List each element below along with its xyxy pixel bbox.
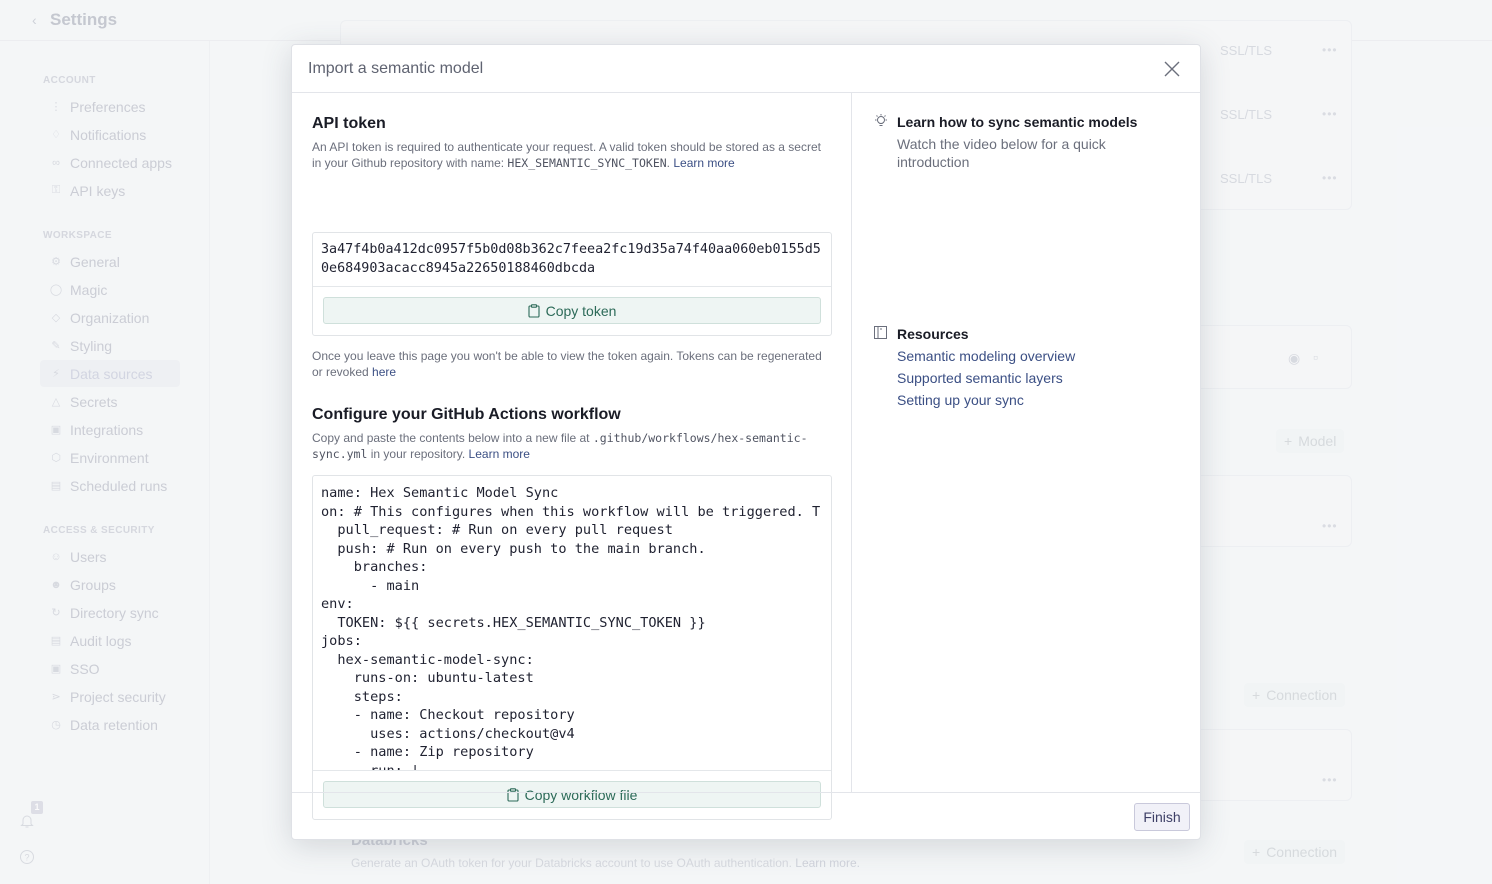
dialog-left-column: API token An API token is required to au…	[292, 93, 852, 820]
finish-button[interactable]: Finish	[1134, 803, 1190, 831]
dialog-title: Import a semantic model	[308, 60, 484, 77]
workflow-code: name: Hex Semantic Model Sync on: # This…	[321, 485, 821, 771]
import-semantic-model-dialog: Import a semantic model API token An API…	[291, 44, 1201, 840]
dialog-footer: Finish	[292, 792, 1200, 840]
book-icon	[874, 326, 887, 339]
dialog-header: Import a semantic model	[292, 45, 1200, 93]
lightbulb-icon	[875, 114, 887, 126]
token-note: Once you leave this page you won't be ab…	[312, 349, 822, 379]
resource-link-supported-layers[interactable]: Supported semantic layers	[897, 370, 1063, 386]
api-token-heading: API token	[312, 115, 386, 132]
secret-name: HEX_SEMANTIC_SYNC_TOKEN	[507, 156, 667, 170]
resources-title: Resources	[897, 326, 969, 342]
learn-title: Learn how to sync semantic models	[897, 114, 1138, 130]
resource-link-setup-sync[interactable]: Setting up your sync	[897, 392, 1024, 408]
workflow-description: Copy and paste the contents below into a…	[312, 431, 808, 461]
clipboard-icon	[528, 303, 540, 318]
workflow-code-view[interactable]: name: Hex Semantic Model Sync on: # This…	[313, 476, 831, 771]
api-token-description: An API token is required to authenticate…	[312, 140, 821, 170]
learn-description: Watch the video below for a quick introd…	[897, 136, 1106, 170]
workflow-heading: Configure your GitHub Actions workflow	[312, 406, 621, 423]
token-value[interactable]: 3a47f4b0a412dc0957f5b0d08b362c7feea2fc19…	[321, 241, 826, 278]
workflow-learn-more-link[interactable]: Learn more	[469, 447, 530, 461]
divider	[313, 286, 831, 287]
token-box: 3a47f4b0a412dc0957f5b0d08b362c7feea2fc19…	[312, 232, 832, 336]
token-regenerate-link[interactable]: here	[372, 365, 396, 379]
close-icon[interactable]	[1162, 59, 1182, 79]
api-token-learn-more-link[interactable]: Learn more	[673, 156, 734, 170]
dialog-right-column: Learn how to sync semantic models Watch …	[853, 93, 1201, 792]
copy-token-button[interactable]: Copy token	[323, 297, 821, 324]
resource-link-overview[interactable]: Semantic modeling overview	[897, 348, 1075, 364]
workflow-code-box: name: Hex Semantic Model Sync on: # This…	[312, 475, 832, 820]
